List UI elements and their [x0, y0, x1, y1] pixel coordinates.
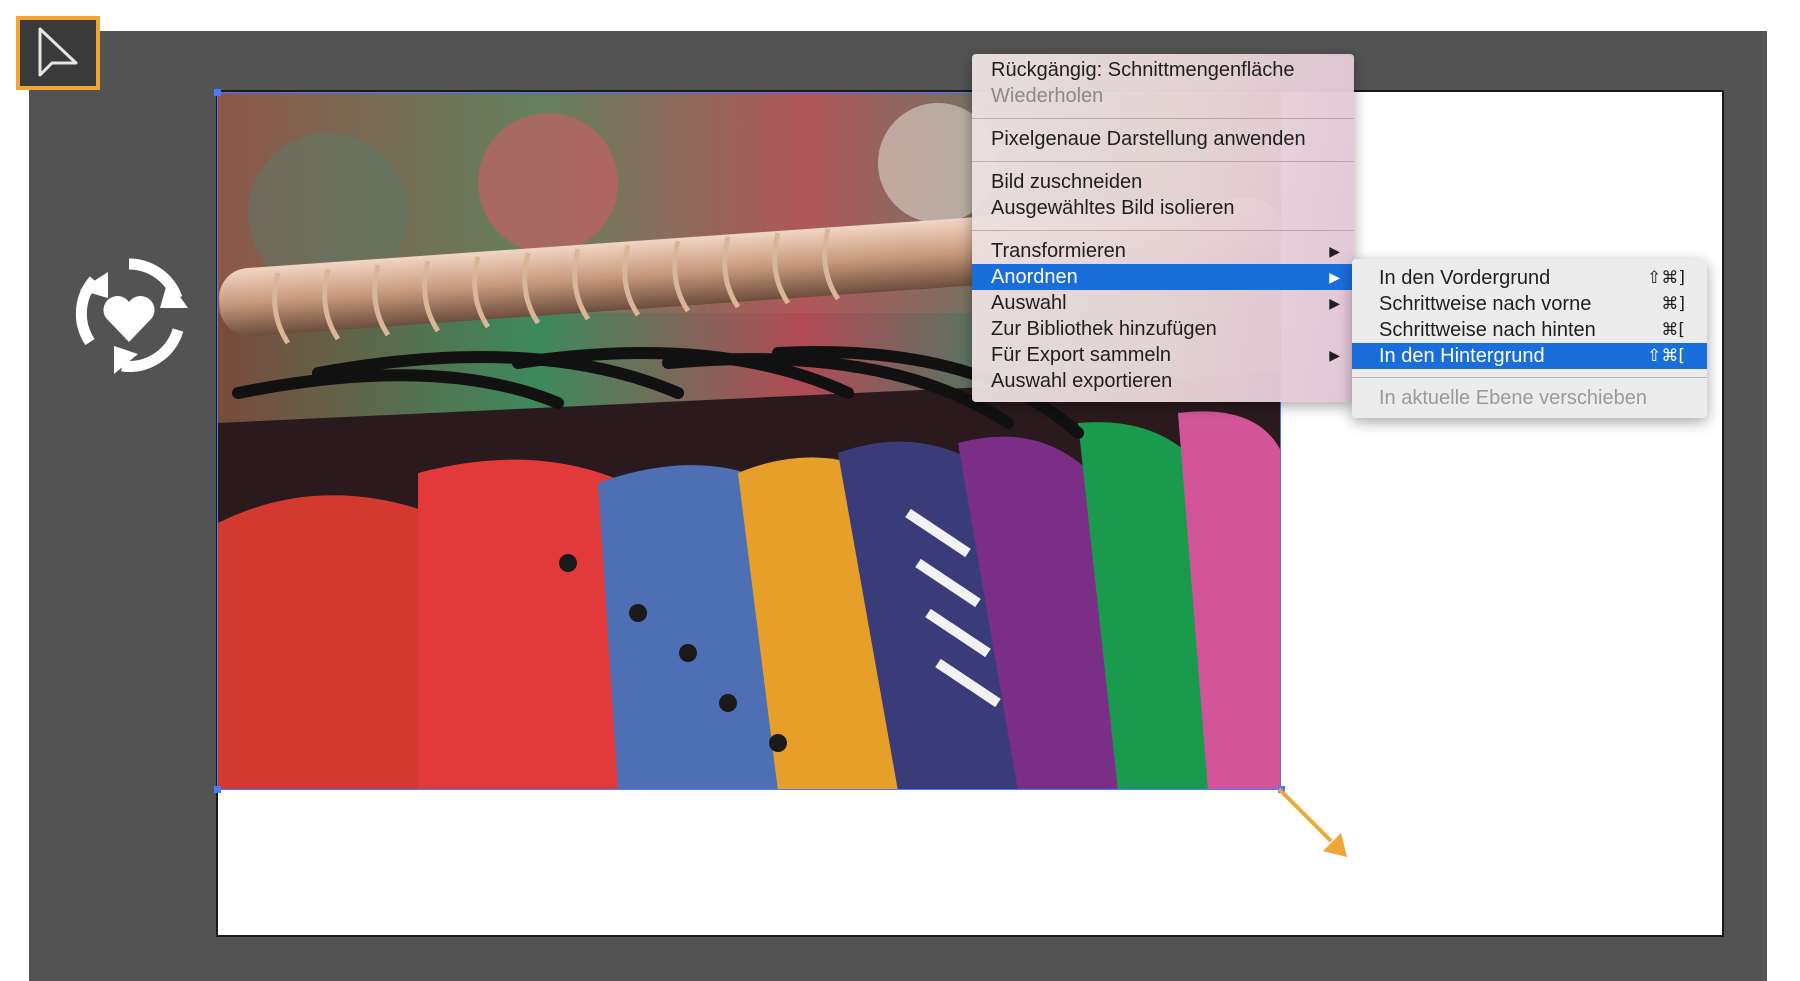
menu-separator [1352, 377, 1707, 378]
menu-separator [972, 161, 1354, 162]
submenu-arrow-icon: ▶ [1329, 269, 1340, 285]
menu-item-undo[interactable]: Rückgängig: Schnittmengenfläche [972, 57, 1354, 83]
submenu-arrow-icon: ▶ [1329, 243, 1340, 259]
menu-item-label: Für Export sammeln [991, 344, 1172, 366]
submenu-item-label: Schrittweise nach hinten [1379, 319, 1596, 341]
menu-item-isolate-image[interactable]: Ausgewähltes Bild isolieren [972, 195, 1354, 221]
selection-arrow-icon [38, 27, 78, 77]
submenu-item-send-to-current-layer: In aktuelle Ebene verschieben [1379, 387, 1647, 409]
submenu-item-bring-to-front[interactable]: In den Vordergrund ⇧⌘] [1352, 265, 1707, 291]
menu-item-arrange[interactable]: Anordnen ▶ [972, 264, 1354, 290]
menu-item-collect-for-export[interactable]: Für Export sammeln ▶ [972, 342, 1354, 368]
submenu-item-label: In den Hintergrund [1379, 345, 1545, 367]
shortcut-label: ⇧⌘] [1647, 268, 1685, 288]
menu-item-transform[interactable]: Transformieren ▶ [972, 238, 1354, 264]
menu-item-pixel-preview[interactable]: Pixelgenaue Darstellung anwenden [972, 126, 1354, 152]
menu-separator [972, 118, 1354, 119]
submenu-item-label: Schrittweise nach vorne [1379, 293, 1592, 315]
shortcut-label: ⇧⌘[ [1647, 346, 1685, 366]
menu-separator [972, 230, 1354, 231]
menu-item-select[interactable]: Auswahl ▶ [972, 290, 1354, 316]
submenu-item-send-backward[interactable]: Schrittweise nach hinten ⌘[ [1352, 317, 1707, 343]
submenu-arrow-icon: ▶ [1329, 295, 1340, 311]
menu-item-redo: Wiederholen [991, 85, 1104, 107]
menu-item-label: Auswahl [991, 292, 1067, 314]
arrange-submenu: In den Vordergrund ⇧⌘] Schrittweise nach… [1352, 259, 1707, 418]
shortcut-label: ⌘[ [1661, 320, 1685, 340]
selection-tool-button[interactable] [16, 16, 100, 90]
menu-item-label: Transformieren [991, 240, 1126, 262]
selection-handle-top-left[interactable] [214, 89, 221, 96]
menu-item-export-selection[interactable]: Auswahl exportieren [972, 368, 1354, 394]
context-menu: Rückgängig: Schnittmengenfläche Wiederho… [972, 54, 1354, 402]
menu-item-label: Anordnen [991, 266, 1078, 288]
submenu-item-label: In den Vordergrund [1379, 267, 1551, 289]
heart-sync-icon [75, 258, 188, 374]
annotation-arrow-icon [1277, 787, 1347, 857]
submenu-item-send-to-back[interactable]: In den Hintergrund ⇧⌘[ [1352, 343, 1707, 369]
submenu-arrow-icon: ▶ [1329, 347, 1340, 363]
shortcut-label: ⌘] [1661, 294, 1685, 314]
submenu-item-bring-forward[interactable]: Schrittweise nach vorne ⌘] [1352, 291, 1707, 317]
menu-item-add-to-library[interactable]: Zur Bibliothek hinzufügen [972, 316, 1354, 342]
selection-handle-bottom-left[interactable] [214, 786, 221, 793]
menu-item-crop-image[interactable]: Bild zuschneiden [972, 169, 1354, 195]
